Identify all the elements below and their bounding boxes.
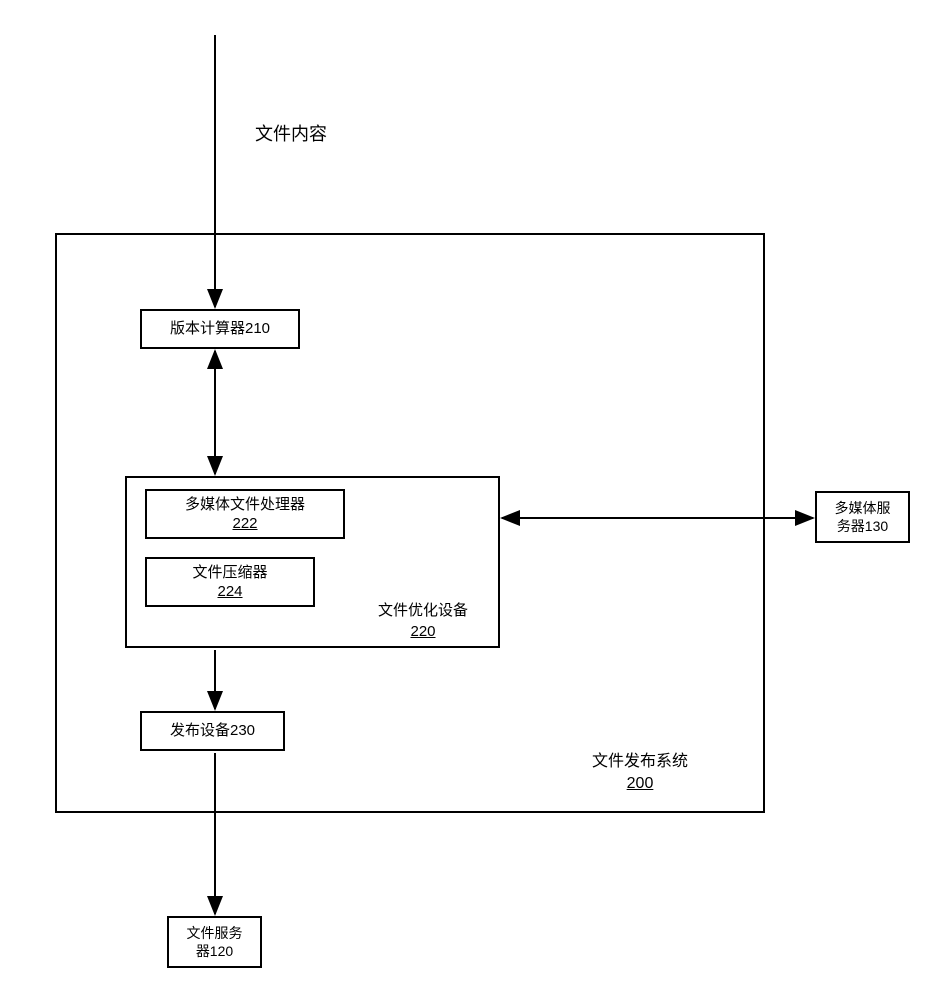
file-optimizer-name: 文件优化设备	[378, 602, 468, 619]
multimedia-server-box: 多媒体服 务器130	[815, 491, 910, 543]
multimedia-processor-line2: 222	[232, 514, 257, 534]
file-compressor-line2: 224	[217, 582, 242, 602]
multimedia-processor-box: 多媒体文件处理器 222	[145, 489, 345, 539]
file-compressor-box: 文件压缩器 224	[145, 557, 315, 607]
publish-device-text: 发布设备230	[170, 721, 255, 741]
multimedia-server-line1: 多媒体服	[835, 499, 891, 517]
system-id: 200	[627, 775, 654, 792]
file-optimizer-id: 220	[410, 623, 435, 640]
file-content-label: 文件内容	[255, 120, 327, 146]
multimedia-server-line2: 务器130	[837, 517, 888, 535]
multimedia-processor-line1: 多媒体文件处理器	[185, 495, 305, 515]
file-optimizer-label: 文件优化设备 220	[363, 600, 483, 642]
system-name: 文件发布系统	[592, 753, 688, 770]
file-server-line1: 文件服务	[187, 924, 243, 942]
version-calculator-text: 版本计算器210	[170, 319, 270, 339]
system-label: 文件发布系统 200	[570, 751, 710, 796]
version-calculator-box: 版本计算器210	[140, 309, 300, 349]
file-compressor-line1: 文件压缩器	[192, 563, 267, 583]
publish-device-box: 发布设备230	[140, 711, 285, 751]
file-server-box: 文件服务 器120	[167, 916, 262, 968]
file-server-line2: 器120	[196, 942, 233, 960]
